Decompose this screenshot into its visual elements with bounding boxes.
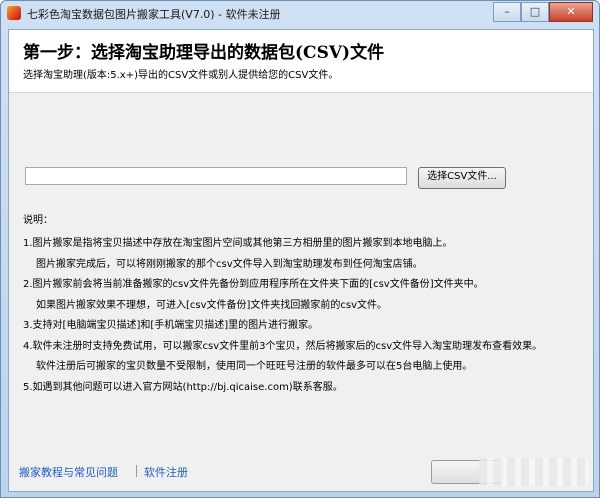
instruction-line: 如果图片搬家效果不理想，可进入[csv文件备份]文件夹找回搬家前的csv文件。 — [36, 299, 388, 311]
instruction-line: 2.图片搬家前会将当前准备搬家的csv文件先备份到应用程序所在文件夹下面的[cs… — [23, 279, 484, 290]
app-logo-icon — [7, 6, 21, 20]
instruction-line: 3.支持对[电脑端宝贝描述]和[手机端宝贝描述]里的图片进行搬家。 — [23, 320, 319, 331]
minimize-button[interactable]: – — [493, 2, 521, 22]
close-button[interactable]: ✕ — [549, 2, 593, 22]
instruction-line: 5.如遇到其他问题可以进入官方网站(http://bj.qicaise.com)… — [23, 381, 343, 393]
software-register-link[interactable]: 软件注册 — [144, 464, 188, 480]
maximize-button[interactable]: □ — [521, 2, 549, 22]
watermark-overlay — [479, 458, 589, 486]
instructions-panel: 说明： 1.图片搬家是指将宝贝描述中存放在淘宝图片空间或其他第三方相册里的图片搬… — [23, 211, 583, 398]
footer-divider — [136, 465, 137, 477]
window-controls: – □ ✕ — [493, 2, 593, 22]
csv-path-input[interactable] — [25, 167, 407, 185]
tutorial-faq-link[interactable]: 搬家教程与常见问题 — [19, 464, 118, 480]
step-title: 第一步：选择淘宝助理导出的数据包(CSV)文件 — [23, 43, 385, 63]
step-header: 第一步：选择淘宝助理导出的数据包(CSV)文件 选择淘宝助理(版本:5.x+)导… — [9, 30, 593, 93]
client-area: 第一步：选择淘宝助理导出的数据包(CSV)文件 选择淘宝助理(版本:5.x+)导… — [8, 29, 594, 492]
instruction-line: 4.软件未注册时支持免费试用，可以搬家csv文件里前3个宝贝，然后将搬家后的cs… — [23, 340, 543, 352]
instruction-line: 图片搬家完成后，可以将刚刚搬家的那个csv文件导入到淘宝助理发布到任何淘宝店铺。 — [36, 258, 423, 270]
window-title: 七彩色淘宝数据包图片搬家工具(V7.0) - 软件未注册 — [27, 8, 281, 21]
instructions-heading: 说明： — [23, 215, 53, 226]
title-bar[interactable]: 七彩色淘宝数据包图片搬家工具(V7.0) - 软件未注册 – □ ✕ — [1, 1, 599, 27]
step-subtitle: 选择淘宝助理(版本:5.x+)导出的CSV文件或别人提供给您的CSV文件。 — [23, 70, 339, 81]
footer-bar: 搬家教程与常见问题 软件注册 — [9, 452, 593, 491]
select-csv-button[interactable]: 选择CSV文件... — [418, 167, 506, 189]
instruction-line: 软件注册后可搬家的宝贝数量不受限制，使用同一个旺旺号注册的软件最多可以在5台电脑… — [36, 361, 473, 372]
instruction-line: 1.图片搬家是指将宝贝描述中存放在淘宝图片空间或其他第三方相册里的图片搬家到本地… — [23, 238, 453, 249]
app-window: 七彩色淘宝数据包图片搬家工具(V7.0) - 软件未注册 – □ ✕ 第一步：选… — [0, 0, 600, 498]
